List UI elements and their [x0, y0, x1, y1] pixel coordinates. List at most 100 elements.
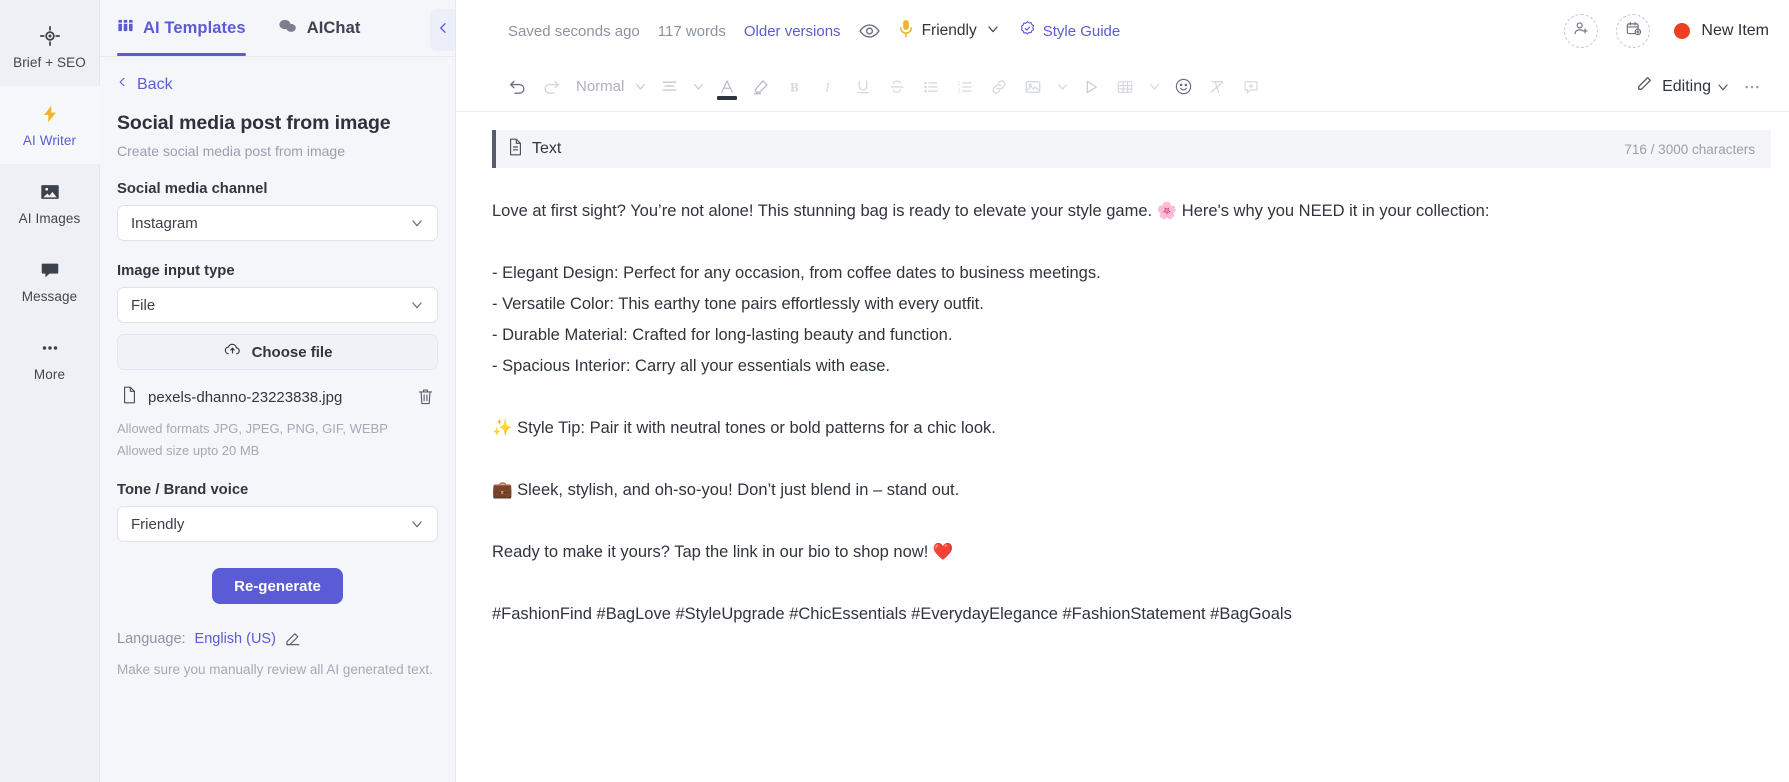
rail-item-more[interactable]: More: [0, 320, 100, 398]
select-value-tone: Friendly: [131, 516, 184, 533]
regenerate-button[interactable]: Re-generate: [212, 568, 343, 604]
collapse-panel-button[interactable]: [430, 9, 456, 51]
rail-item-ai-images[interactable]: AI Images: [0, 164, 100, 242]
language-prefix: Language:: [117, 631, 186, 647]
ellipsis-icon: [38, 336, 62, 360]
tone-selector-label: Friendly: [922, 22, 977, 40]
character-count: 716 / 3000 characters: [1624, 142, 1755, 157]
template-panel: AI Templates AIChat Back Social media po…: [100, 0, 456, 782]
document-paragraph: - Durable Material: Crafted for long-las…: [492, 320, 1749, 351]
panel-tabs: AI Templates AIChat: [100, 0, 455, 57]
back-button[interactable]: Back: [117, 62, 438, 107]
redo-icon[interactable]: [534, 70, 568, 104]
rail-label-more: More: [34, 367, 65, 382]
select-tone-brand-voice[interactable]: Friendly: [117, 506, 438, 542]
undo-icon[interactable]: [500, 70, 534, 104]
italic-icon[interactable]: I: [812, 70, 846, 104]
chevron-down-icon[interactable]: [1142, 70, 1166, 104]
numbered-list-icon[interactable]: 1 2: [948, 70, 982, 104]
style-guide-label: Style Guide: [1043, 23, 1121, 40]
add-user-icon: [1573, 20, 1590, 42]
highlighter-icon[interactable]: [744, 70, 778, 104]
primary-nav-rail: Brief + SEO AI Writer AI Images: [0, 0, 100, 782]
rail-label-brief-seo: Brief + SEO: [13, 55, 86, 70]
choose-file-button[interactable]: Choose file: [117, 334, 438, 370]
chevron-down-icon[interactable]: [1050, 70, 1074, 104]
chevron-down-icon[interactable]: [686, 70, 710, 104]
paragraph-style-select[interactable]: Normal: [568, 70, 628, 104]
status-dot: [1674, 23, 1690, 39]
editor-area: Saved seconds ago 117 words Older versio…: [456, 0, 1789, 782]
word-count: 117 words: [658, 23, 726, 40]
text-section-left: Text: [508, 138, 561, 161]
document-paragraph: Ready to make it yours? Tap the link in …: [492, 537, 1749, 568]
document-paragraph: Love at first sight? You’re not alone! T…: [492, 196, 1749, 227]
rail-label-ai-images: AI Images: [19, 211, 81, 226]
link-icon[interactable]: [982, 70, 1016, 104]
template-title: Social media post from image: [117, 112, 438, 135]
add-to-calendar-button[interactable]: [1616, 14, 1650, 48]
comment-icon[interactable]: [1234, 70, 1268, 104]
insert-image-icon[interactable]: [1016, 70, 1050, 104]
tab-label-ai-templates: AI Templates: [143, 19, 246, 38]
rail-item-ai-writer[interactable]: AI Writer: [0, 86, 100, 164]
delete-file-button[interactable]: [417, 388, 434, 406]
rail-item-message[interactable]: Message: [0, 242, 100, 320]
editing-mode-label: Editing: [1662, 78, 1711, 96]
emoji-icon[interactable]: [1166, 70, 1200, 104]
select-image-input-type[interactable]: File: [117, 287, 438, 323]
document-paragraph: 💼 Sleek, stylish, and oh-so-you! Don’t j…: [492, 475, 1749, 506]
chevron-down-icon[interactable]: [1711, 70, 1735, 104]
font-color-icon[interactable]: [710, 70, 744, 104]
strikethrough-icon[interactable]: [880, 70, 914, 104]
target-icon: [38, 24, 62, 48]
document-body[interactable]: Love at first sight? You’re not alone! T…: [456, 168, 1789, 782]
pencil-icon: [1635, 75, 1653, 98]
rail-item-brief-seo[interactable]: Brief + SEO: [0, 8, 100, 86]
label-social-media-channel: Social media channel: [117, 181, 438, 197]
tab-aichat[interactable]: AIChat: [278, 0, 361, 56]
formatting-toolbar: Normal: [456, 62, 1789, 112]
rail-label-ai-writer: AI Writer: [23, 133, 76, 148]
new-item-button[interactable]: New Item: [1674, 22, 1769, 40]
clear-formatting-icon[interactable]: [1200, 70, 1234, 104]
language-row: Language: English (US): [117, 631, 438, 647]
play-video-icon[interactable]: [1074, 70, 1108, 104]
chevron-down-icon: [409, 516, 425, 532]
lightning-icon: [38, 102, 62, 126]
tab-ai-templates[interactable]: AI Templates: [117, 0, 246, 56]
new-item-label: New Item: [1701, 22, 1769, 40]
select-social-media-channel[interactable]: Instagram: [117, 205, 438, 241]
rail-label-message: Message: [22, 289, 77, 304]
tone-selector[interactable]: Friendly: [898, 19, 1001, 43]
document-paragraph: #FashionFind #BagLove #StyleUpgrade #Chi…: [492, 599, 1749, 630]
select-value-channel: Instagram: [131, 215, 198, 232]
preview-eye-icon[interactable]: [859, 23, 880, 39]
document-paragraph: - Elegant Design: Perfect for any occasi…: [492, 258, 1749, 289]
chevron-down-icon[interactable]: [628, 70, 652, 104]
label-image-input-type: Image input type: [117, 263, 438, 279]
document-paragraph: - Versatile Color: This earthy tone pair…: [492, 289, 1749, 320]
edit-language-icon[interactable]: [285, 631, 301, 647]
invite-collaborator-button[interactable]: [1564, 14, 1598, 48]
paragraph-style-value: Normal: [576, 78, 624, 95]
align-icon[interactable]: [652, 70, 686, 104]
svg-text:1: 1: [958, 80, 961, 86]
chevron-down-icon: [409, 297, 425, 313]
font-color-swatch: [717, 96, 737, 100]
underline-icon[interactable]: [846, 70, 880, 104]
table-icon[interactable]: [1108, 70, 1142, 104]
more-options-icon[interactable]: [1735, 70, 1769, 104]
bold-icon[interactable]: B: [778, 70, 812, 104]
verified-badge-icon: [1019, 20, 1036, 42]
document-paragraph: ✨ Style Tip: Pair it with neutral tones …: [492, 413, 1749, 444]
style-guide-button[interactable]: Style Guide: [1019, 20, 1121, 42]
language-value[interactable]: English (US): [195, 631, 276, 647]
chevron-left-icon: [437, 19, 450, 42]
cloud-upload-icon: [223, 341, 242, 363]
chevron-down-icon: [985, 21, 1001, 42]
editing-mode-button[interactable]: Editing: [1625, 75, 1711, 98]
chat-icon: [278, 17, 298, 40]
older-versions-link[interactable]: Older versions: [744, 23, 841, 40]
bullet-list-icon[interactable]: [914, 70, 948, 104]
